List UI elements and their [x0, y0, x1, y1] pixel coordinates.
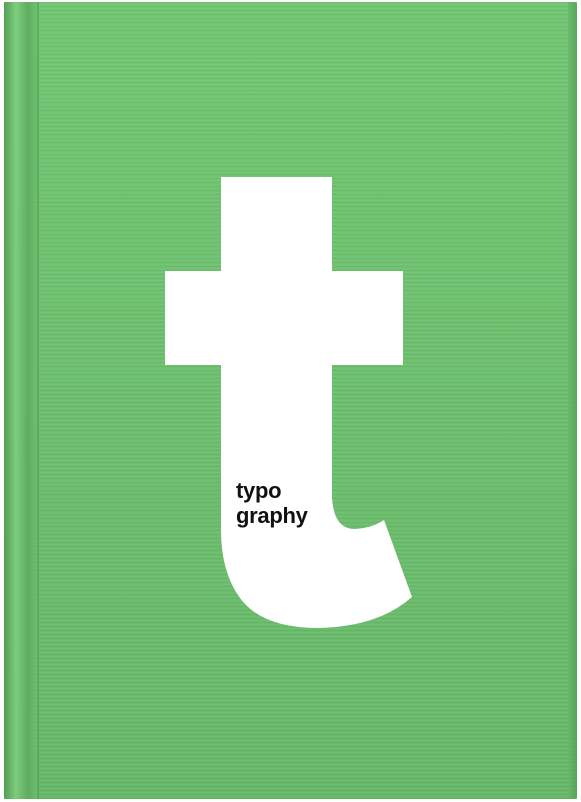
spine-hinge: [4, 2, 38, 799]
cover-title: typo graphy: [236, 478, 308, 528]
book: typo graphy: [0, 0, 581, 802]
title-line-graphy: graphy: [236, 503, 308, 528]
book-cover: [4, 2, 577, 799]
title-line-typo: typo: [236, 478, 282, 503]
cover-right-edge: [568, 2, 577, 799]
